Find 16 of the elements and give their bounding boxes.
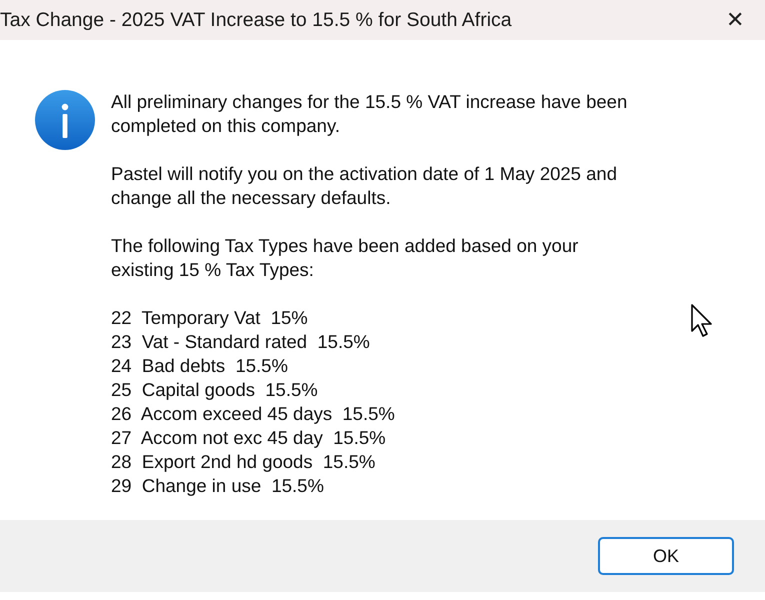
tax-type-line: 26 Accom exceed 45 days 15.5% [111, 402, 396, 426]
info-icon [35, 90, 95, 150]
tax-type-line: 23 Vat - Standard rated 15.5% [111, 330, 371, 354]
tax-type-line: 28 Export 2nd hd goods 15.5% [111, 450, 376, 474]
message-text: The following Tax Types have been added based on your existing 15 % Tax Types: [111, 234, 580, 282]
close-button[interactable]: ✕ [713, 0, 757, 40]
tax-type-line: 27 Accom not exc 45 day 15.5% [111, 426, 387, 450]
tax-type-line: 22 Temporary Vat 15% [111, 306, 309, 330]
window-title: Tax Change - 2025 VAT Increase to 15.5 % for South Africa [0, 8, 512, 32]
tax-type-line: 29 Change in use 15.5% [111, 474, 325, 498]
ok-button[interactable]: OK [598, 537, 734, 575]
tax-type-line: 24 Bad debts 15.5% [111, 354, 289, 378]
message-text: All preliminary changes for the 15.5 % VAT increase have been completed on this company. [111, 90, 628, 138]
message-text: Pastel will notify you on the activation date of 1 May 2025 and change all the necessary defaults. [111, 162, 618, 210]
tax-type-line: 25 Capital goods 15.5% [111, 378, 319, 402]
cursor-icon [690, 303, 714, 339]
